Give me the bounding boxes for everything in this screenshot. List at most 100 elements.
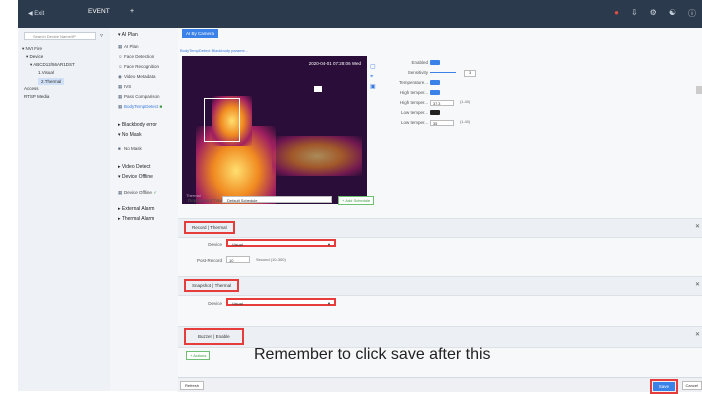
high-temp-toggle[interactable] <box>430 90 440 95</box>
buzzer-title: Buzzer | Enable <box>184 328 244 345</box>
group-label: Video Detect <box>121 164 151 170</box>
tree-node-thermal[interactable]: 2.Thermal <box>38 78 65 85</box>
deployment-time-label: Deployment Time <box>188 198 224 203</box>
prop-label: Temperature... <box>398 80 428 85</box>
tree-node-label: RTSP Media <box>24 94 50 99</box>
download-icon[interactable]: ⇩ <box>631 8 638 19</box>
tree-node-label: NVI Fire <box>25 46 43 51</box>
collapse-handle[interactable] <box>696 86 702 94</box>
event-label: IVS <box>124 84 132 89</box>
sensitivity-value[interactable]: 3 <box>464 70 476 77</box>
tree-node-root[interactable]: ▾ NVI Fire <box>22 46 42 52</box>
record-title: Record | Thermal <box>184 221 235 234</box>
post-record-label: Post-Record <box>196 258 222 263</box>
event-list: ▾ AI Plan ▦ AI Plan ☺Face Detection ☺Face… <box>110 28 179 391</box>
tree-node-device[interactable]: ▾ Device <box>26 54 43 60</box>
refresh-button[interactable]: Refresh <box>180 381 205 390</box>
prop-label: Low temper... <box>400 120 428 125</box>
event-video-metadata[interactable]: ◉ Video Metadata <box>118 74 155 80</box>
high-temp-range: (1-40) <box>460 100 471 104</box>
actions-button[interactable]: + Actions <box>186 351 211 360</box>
region-icon[interactable]: ▣ <box>370 82 378 92</box>
buzzer-close-icon[interactable]: ✕ <box>695 331 700 338</box>
ai-by-camera-tab[interactable]: AI By Camera <box>182 29 219 38</box>
tree-node-camera[interactable]: ▾ ABCD12/56AR1DST <box>30 62 75 68</box>
buzzer-panel-header[interactable]: Buzzer | Enable ✕ <box>178 326 702 348</box>
view-toolbar: ▢ ⌖ ▣ <box>370 62 378 92</box>
tree-node-label: ABCD12/56AR1DST <box>33 62 75 67</box>
record-close-icon[interactable]: ✕ <box>695 223 700 230</box>
save-button-highlight: Save <box>649 379 678 394</box>
chevron-down-icon: ▼ <box>327 301 331 306</box>
breadcrumb: BodyTempDetect Blackbody parame... <box>180 48 249 53</box>
event-ai-plan[interactable]: ▦ AI Plan <box>118 44 139 50</box>
snapshot-panel-header[interactable]: Snapshot | Thermal ✕ <box>178 276 702 296</box>
save-button[interactable]: Save <box>652 382 675 391</box>
sensitivity-slider[interactable] <box>430 72 456 73</box>
add-tab-button[interactable]: + <box>130 8 134 15</box>
event-label: BodyTempDetect <box>124 104 159 109</box>
event-no-mask[interactable]: ■ No Mask <box>118 146 142 151</box>
back-label: Exit <box>34 11 45 17</box>
user-icon[interactable]: ☯ <box>669 8 676 19</box>
post-record-field: Post-Record <box>178 258 222 266</box>
notification-icon[interactable]: ● <box>614 8 619 19</box>
tab-event[interactable]: EVENT <box>88 8 110 15</box>
group-label: External Alarm <box>121 206 155 212</box>
record-device-select[interactable]: Visual ▼ <box>226 239 336 247</box>
draw-rule-icon[interactable]: ▢ <box>370 62 378 72</box>
info-icon[interactable]: ⓘ <box>688 8 696 19</box>
device-tree: Search Device Name/IP ▿ ▾ NVI Fire ▾ Dev… <box>18 28 111 391</box>
search-input[interactable]: Search Device Name/IP <box>24 32 96 40</box>
tree-node-rtsp[interactable]: RTSP Media <box>24 94 49 99</box>
main-panel: AI By Camera BodyTempDetect Blackbody pa… <box>178 28 702 394</box>
group-device-offline[interactable]: ▾ Device Offline <box>118 174 153 180</box>
group-label: Blackbody error <box>121 122 157 128</box>
tree-node-label: Access <box>24 86 39 91</box>
low-temp-toggle[interactable] <box>430 110 440 115</box>
outer-margin <box>0 0 19 391</box>
back-button[interactable]: ◀ Exit <box>28 10 44 17</box>
prop-label: High temper... <box>399 90 428 95</box>
event-label: Face Detection <box>124 54 155 59</box>
low-temp-input[interactable]: 35 <box>430 120 454 126</box>
tree-node-access[interactable]: Access <box>24 86 39 91</box>
record-device-label: Device <box>208 242 222 247</box>
thermal-camera-view: 2020-04-01 07:28:06 Wed Thermal <box>182 56 367 204</box>
event-pass-comparison[interactable]: ▦ Pass Comparison <box>118 94 160 100</box>
settings-icon[interactable]: ⚙ <box>650 8 657 19</box>
group-ai-plan[interactable]: ▾ AI Plan <box>118 32 138 38</box>
snapshot-close-icon[interactable]: ✕ <box>695 281 700 288</box>
group-blackbody[interactable]: ▸ Blackbody error <box>118 122 157 128</box>
event-ivs[interactable]: ▦ IVS <box>118 84 131 90</box>
group-external-alarm[interactable]: ▸ External Alarm <box>118 206 154 212</box>
record-device-field: Device <box>178 242 222 250</box>
event-label: Device Offline <box>124 190 152 195</box>
cancel-button[interactable]: Cancel <box>681 381 702 390</box>
footer-bar: Refresh Save Cancel <box>178 377 702 394</box>
group-video-detect[interactable]: ▸ Video Detect <box>118 164 150 170</box>
add-schedule-button[interactable]: + Add Schedule <box>338 196 375 205</box>
instruction-note: Remember to click save after this <box>254 346 491 363</box>
post-record-input[interactable]: 10 <box>226 256 250 263</box>
group-label: Device Offline <box>121 174 153 180</box>
event-face-recognition[interactable]: ☺Face Recognition <box>118 64 159 69</box>
event-body-temp-detect[interactable]: ▦ BodyTempDetect ■ <box>118 104 162 110</box>
toolbar-icons: ● ⇩ ⚙ ☯ ⓘ <box>614 8 696 19</box>
record-panel-header[interactable]: Record | Thermal ✕ <box>178 218 702 238</box>
tree-node-visual[interactable]: 1.Visual <box>38 70 54 75</box>
tree-node-label: Device <box>29 54 44 59</box>
enabled-toggle[interactable] <box>430 60 440 65</box>
group-thermal-alarm[interactable]: ▸ Thermal Alarm <box>118 216 154 222</box>
temperature-toggle[interactable] <box>430 80 440 85</box>
event-device-offline[interactable]: ▦ Device Offline ✓ <box>118 190 157 196</box>
event-face-detection[interactable]: ☺Face Detection <box>118 54 154 59</box>
high-temp-input[interactable]: 37.3 <box>430 100 454 106</box>
temperature-icon[interactable]: ⌖ <box>370 72 378 82</box>
prop-label: Sensitivity <box>407 70 428 75</box>
schedule-select[interactable]: Default Schedule <box>222 196 332 203</box>
detection-box[interactable] <box>204 98 240 142</box>
snapshot-device-select[interactable]: Visual ▼ <box>226 298 336 306</box>
filter-icon[interactable]: ▿ <box>100 32 103 39</box>
group-no-mask[interactable]: ▾ No Mask <box>118 132 142 138</box>
